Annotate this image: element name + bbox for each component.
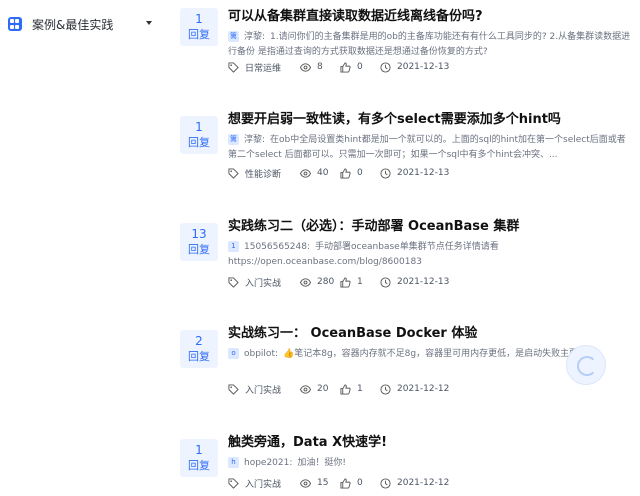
caret-down-icon[interactable] — [146, 21, 152, 25]
avatar[interactable]: o — [228, 348, 239, 359]
reply-count: 2 — [195, 334, 203, 348]
reply-username[interactable]: obpilot: — [244, 349, 278, 359]
excerpt-text: 1.请问你们的主备集群是用的ob的主备库功能还有有什么工具同步的? 2.从备集群… — [228, 32, 631, 57]
view-count: 20 — [317, 384, 329, 394]
clock-icon — [380, 61, 391, 73]
avatar[interactable]: 1 — [228, 241, 239, 252]
excerpt-text: 在ob中全局设置类hint都是加一个就可以的。上面的sql的hint加在第一个s… — [228, 135, 626, 160]
reply-label: 回复 — [188, 28, 210, 41]
latest-reply-excerpt: 篱淳黎: 1.请问你们的主备集群是用的ob的主备库功能还有有什么工具同步的? 2.… — [228, 30, 633, 60]
clock-icon — [380, 167, 391, 179]
topic-meta: 性能诊断 40 0 2021-12-13 — [228, 166, 449, 180]
topic-title[interactable]: 可以从备集群直接读取数据近线离线备份吗? — [228, 8, 633, 26]
tag-icon — [228, 167, 239, 179]
latest-reply-excerpt: 1 15056565248: 手动部署oceanbase单集群节点任务详情请看 ht… — [228, 240, 633, 270]
eye-icon — [300, 478, 311, 488]
like-count: 0 — [357, 62, 363, 72]
topic-tag[interactable]: 入门实战 — [245, 383, 281, 396]
sidebar: 案例&最佳实践 — [0, 0, 160, 496]
topic-tag[interactable]: 日常运维 — [245, 61, 281, 74]
avatar[interactable]: 篱 — [228, 31, 239, 42]
reply-username[interactable]: hope2021: — [244, 458, 292, 468]
eye-icon — [300, 168, 311, 178]
clock-icon — [380, 383, 391, 395]
reply-count-box: 1 回复 — [180, 116, 218, 154]
clock-icon — [380, 276, 391, 288]
topic-meta: 日常运维 8 0 2021-12-13 — [228, 60, 449, 74]
reply-username[interactable]: 淳黎: — [244, 135, 265, 145]
category-grid-icon — [8, 17, 22, 31]
tag-icon — [228, 61, 239, 73]
view-count: 40 — [317, 168, 329, 178]
excerpt-text: 手动部署oceanbase单集群节点任务详情请看 — [315, 242, 499, 252]
like-count: 0 — [357, 168, 363, 178]
reply-count-box: 2 回复 — [180, 330, 218, 368]
topic-tag[interactable]: 入门实战 — [245, 276, 281, 289]
reply-count: 1 — [195, 443, 203, 457]
reply-count-box: 1 回复 — [180, 8, 218, 46]
topic-title[interactable]: 想要开启弱一致性读，有多个select需要添加多个hint吗 — [228, 111, 633, 129]
topic-meta: 入门实战 280 1 2021-12-13 — [228, 275, 449, 289]
latest-reply-excerpt: 篱淳黎: 在ob中全局设置类hint都是加一个就可以的。上面的sql的hint加在… — [228, 133, 633, 163]
topic-meta: 入门实战 15 0 2021-12-12 — [228, 476, 449, 490]
topic-list: 1 回复 可以从备集群直接读取数据近线离线备份吗? 篱淳黎: 1.请问你们的主备集… — [160, 0, 640, 496]
thumbs-up-icon[interactable] — [340, 276, 351, 288]
like-count: 0 — [357, 478, 363, 488]
topic-title[interactable]: 实战练习一： OceanBase Docker 体验 — [228, 325, 633, 343]
reply-label: 回复 — [188, 350, 210, 363]
reply-count-box: 13 回复 — [180, 223, 218, 261]
excerpt-text: 👍笔记本8g，容器内存就不足8g，容器里可用内存更低，是启动失败主要原因。 — [283, 349, 606, 359]
tag-icon — [228, 383, 239, 395]
reply-label: 回复 — [188, 243, 210, 256]
thumbs-up-icon[interactable] — [340, 383, 351, 395]
thumbs-up-icon[interactable] — [340, 61, 351, 73]
eye-icon — [300, 384, 311, 394]
tag-icon — [228, 276, 239, 288]
reply-username[interactable]: 15056565248: — [244, 242, 310, 252]
tag-icon — [228, 477, 239, 489]
excerpt-text: 加油！挺你! — [297, 458, 347, 468]
eye-icon — [300, 277, 311, 287]
topic-title[interactable]: 触类旁通，Data X快速学! — [228, 434, 633, 452]
post-date: 2021-12-13 — [397, 62, 450, 72]
view-count: 8 — [317, 62, 323, 72]
reply-label: 回复 — [188, 459, 210, 472]
view-count: 280 — [317, 277, 335, 287]
reply-count: 13 — [191, 227, 207, 241]
avatar[interactable]: 篱 — [228, 134, 239, 145]
loading-spinner-icon — [566, 345, 606, 385]
post-date: 2021-12-13 — [397, 277, 450, 287]
latest-reply-excerpt: h hope2021: 加油！挺你! — [228, 456, 633, 472]
post-date: 2021-12-13 — [397, 168, 450, 178]
like-count: 1 — [357, 384, 363, 394]
view-count: 15 — [317, 478, 329, 488]
clock-icon — [380, 477, 391, 489]
topic-meta: 入门实战 20 1 2021-12-12 — [228, 382, 449, 396]
reply-label: 回复 — [188, 136, 210, 149]
reply-count-box: 1 回复 — [180, 439, 218, 477]
topic-title[interactable]: 实践练习二（必选）：手动部署 OceanBase 集群 — [228, 218, 633, 236]
reply-username[interactable]: 淳黎: — [244, 32, 265, 42]
thumbs-up-icon[interactable] — [340, 477, 351, 489]
post-date: 2021-12-12 — [397, 384, 450, 394]
post-date: 2021-12-12 — [397, 478, 450, 488]
category-label: 案例&最佳实践 — [32, 17, 114, 32]
reply-count: 1 — [195, 120, 203, 134]
category-selector[interactable]: 案例&最佳实践 — [8, 12, 156, 36]
like-count: 1 — [357, 277, 363, 287]
reply-count: 1 — [195, 12, 203, 26]
thumbs-up-icon[interactable] — [340, 167, 351, 179]
avatar[interactable]: h — [228, 457, 239, 468]
eye-icon — [300, 62, 311, 72]
excerpt-link[interactable]: https://open.oceanbase.com/blog/8600183 — [228, 255, 633, 270]
topic-tag[interactable]: 性能诊断 — [245, 167, 281, 180]
topic-tag[interactable]: 入门实战 — [245, 477, 281, 490]
